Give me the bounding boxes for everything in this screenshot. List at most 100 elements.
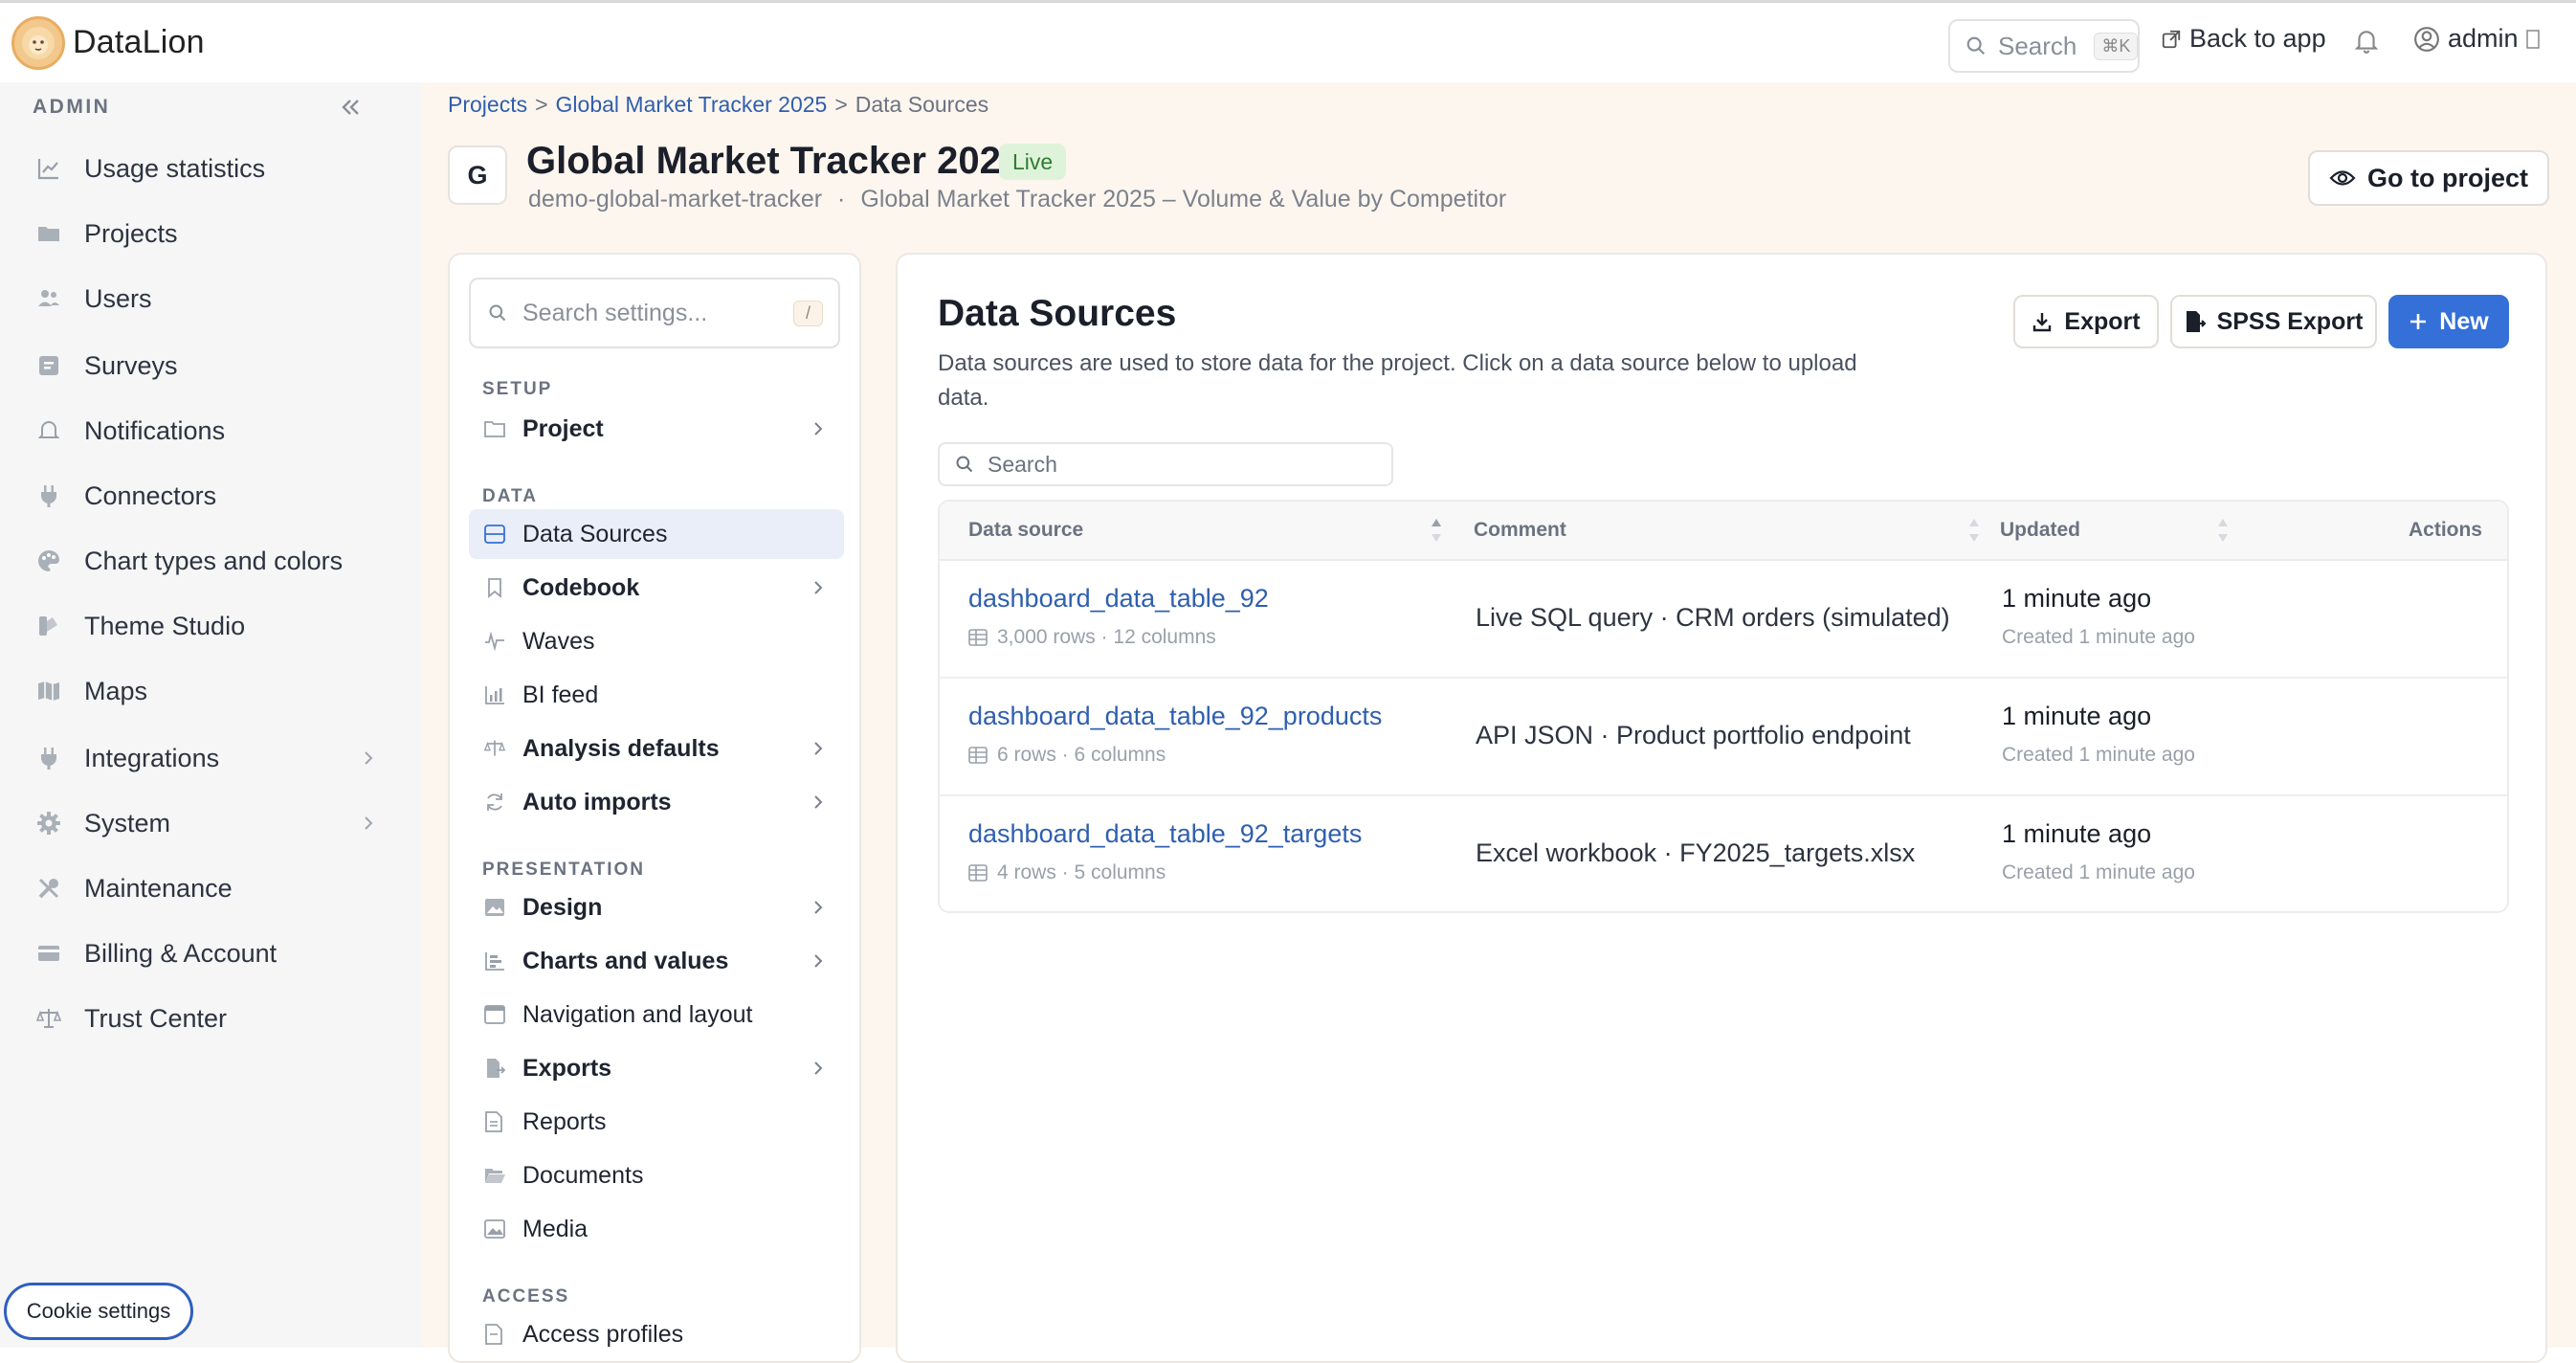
sort-icon[interactable] (1430, 517, 1443, 544)
sidebar-item-label: Users (84, 283, 152, 313)
data-source-comment: Excel workbook · FY2025_targets.xlsx (1476, 838, 1916, 867)
settings-item-analysis-defaults[interactable]: Analysis defaults (469, 724, 844, 773)
gear-icon (36, 811, 61, 836)
map-icon (36, 679, 61, 704)
sort-icon[interactable] (2216, 517, 2230, 544)
settings-item-exports[interactable]: Exports (469, 1043, 844, 1093)
column-header-data-source[interactable]: Data source (968, 519, 1083, 542)
chart-bars-icon (484, 950, 505, 972)
go-to-project-label: Go to project (2367, 163, 2528, 192)
sidebar-item-label: Chart types and colors (84, 546, 344, 575)
table-row[interactable]: dashboard_data_table_92_products 6 rows … (940, 679, 2507, 796)
sidebar-item-system[interactable]: System (0, 794, 421, 852)
settings-item-waves[interactable]: Waves (469, 616, 844, 666)
plus-icon (2409, 312, 2428, 331)
settings-search-input[interactable]: Search settings... / (469, 278, 840, 348)
theme-icon (36, 614, 61, 638)
sidebar-item-notifications[interactable]: Notifications (0, 402, 421, 459)
settings-navigation: Search settings... / SETUP Project DATA … (448, 253, 861, 1363)
settings-item-project[interactable]: Project (469, 404, 844, 454)
folder-outline-icon (484, 419, 505, 438)
notifications-button[interactable] (2354, 28, 2379, 55)
settings-item-auto-imports[interactable]: Auto imports (469, 777, 844, 827)
table-row[interactable]: dashboard_data_table_92 3,000 rows · 12 … (940, 561, 2507, 679)
settings-item-reports[interactable]: Reports (469, 1097, 844, 1147)
sidebar-item-integrations[interactable]: Integrations (0, 729, 421, 787)
sidebar-item-connectors[interactable]: Connectors (0, 467, 421, 525)
settings-item-media[interactable]: Media (469, 1204, 844, 1254)
data-source-created: Created 1 minute ago (2002, 744, 2195, 766)
back-to-app-link[interactable]: Back to app (2161, 24, 2326, 54)
settings-item-design[interactable]: Design (469, 883, 844, 932)
refresh-icon (484, 792, 505, 813)
breadcrumb-projects-link[interactable]: Projects (448, 92, 527, 118)
sort-icon[interactable] (1967, 517, 1981, 544)
chevron-right-icon (362, 749, 375, 768)
collapse-sidebar-button[interactable] (337, 94, 364, 121)
data-source-link[interactable]: dashboard_data_table_92_targets (968, 819, 1362, 849)
sidebar-item-users[interactable]: Users (0, 270, 421, 327)
user-name: admin (2448, 24, 2519, 53)
data-sources-search-input[interactable]: Search (938, 442, 1393, 486)
sidebar-item-maps[interactable]: Maps (0, 662, 421, 720)
user-circle-icon (2413, 26, 2440, 53)
sidebar-item-label: Projects (84, 218, 178, 248)
sidebar-item-label: Maps (84, 676, 148, 705)
sidebar-heading: ADMIN (33, 96, 111, 118)
data-source-meta-text: 3,000 rows · 12 columns (997, 626, 1216, 648)
user-menu-button[interactable]: admin (2413, 24, 2540, 54)
settings-item-bi-feed[interactable]: BI feed (469, 670, 844, 720)
sidebar-item-chart-types-and-colors[interactable]: Chart types and colors (0, 532, 421, 590)
chevron-right-icon (811, 578, 825, 597)
project-description: Global Market Tracker 2025 – Volume & Va… (860, 186, 1507, 212)
spss-export-button[interactable]: SPSS Export (2170, 295, 2377, 348)
export-button[interactable]: Export (2013, 295, 2159, 348)
settings-item-label: Analysis defaults (522, 734, 720, 762)
user-menu-glyph-icon (2525, 29, 2540, 49)
plug-icon (36, 483, 61, 508)
sidebar-item-label: Surveys (84, 350, 178, 380)
chevron-right-icon (811, 793, 825, 812)
cookie-settings-button[interactable]: Cookie settings (4, 1283, 193, 1340)
database-icon (484, 525, 505, 544)
sidebar-item-usage-statistics[interactable]: Usage statistics (0, 140, 421, 197)
sidebar-item-surveys[interactable]: Surveys (0, 337, 421, 394)
data-source-link[interactable]: dashboard_data_table_92_products (968, 702, 1382, 731)
settings-item-navigation-and-layout[interactable]: Navigation and layout (469, 990, 844, 1039)
column-header-updated[interactable]: Updated (2000, 519, 2080, 542)
table-icon (968, 864, 988, 882)
breadcrumb: Projects > Global Market Tracker 2025 > … (448, 92, 988, 118)
sidebar-item-trust-center[interactable]: Trust Center (0, 990, 421, 1047)
settings-item-label: Reports (522, 1107, 607, 1135)
credit-card-icon (36, 941, 61, 966)
settings-item-data-sources[interactable]: Data Sources (469, 509, 844, 559)
settings-item-charts-and-values[interactable]: Charts and values (469, 936, 844, 986)
settings-item-access-profiles[interactable]: Access profiles (469, 1309, 844, 1359)
brand[interactable]: DataLion (11, 15, 205, 70)
breadcrumb-project-link[interactable]: Global Market Tracker 2025 (556, 92, 828, 118)
lion-logo-icon (11, 15, 65, 70)
palette-icon (36, 548, 61, 573)
table-row[interactable]: dashboard_data_table_92_targets 4 rows ·… (940, 796, 2507, 911)
sidebar-item-maintenance[interactable]: Maintenance (0, 860, 421, 917)
sidebar-item-label: Billing & Account (84, 938, 278, 968)
file-export-icon (484, 1058, 505, 1079)
data-source-meta-text: 6 rows · 6 columns (997, 744, 1166, 766)
tools-icon (36, 876, 61, 901)
data-source-updated: 1 minute ago (2002, 702, 2152, 730)
sidebar-item-label: Theme Studio (84, 611, 246, 640)
file-export-icon (2185, 310, 2206, 333)
go-to-project-button[interactable]: Go to project (2308, 150, 2549, 206)
settings-item-documents[interactable]: Documents (469, 1151, 844, 1200)
sidebar-item-theme-studio[interactable]: Theme Studio (0, 597, 421, 655)
sidebar-item-projects[interactable]: Projects (0, 205, 421, 262)
settings-item-codebook[interactable]: Codebook (469, 563, 844, 613)
search-icon (955, 455, 974, 474)
settings-item-label: Media (522, 1215, 588, 1242)
project-avatar: G (448, 145, 507, 205)
data-source-link[interactable]: dashboard_data_table_92 (968, 584, 1269, 614)
column-header-comment[interactable]: Comment (1474, 519, 1566, 542)
global-search-button[interactable]: Search ⌘K (1948, 19, 2140, 73)
new-data-source-button[interactable]: New (2388, 295, 2509, 348)
sidebar-item-billing-account[interactable]: Billing & Account (0, 925, 421, 982)
